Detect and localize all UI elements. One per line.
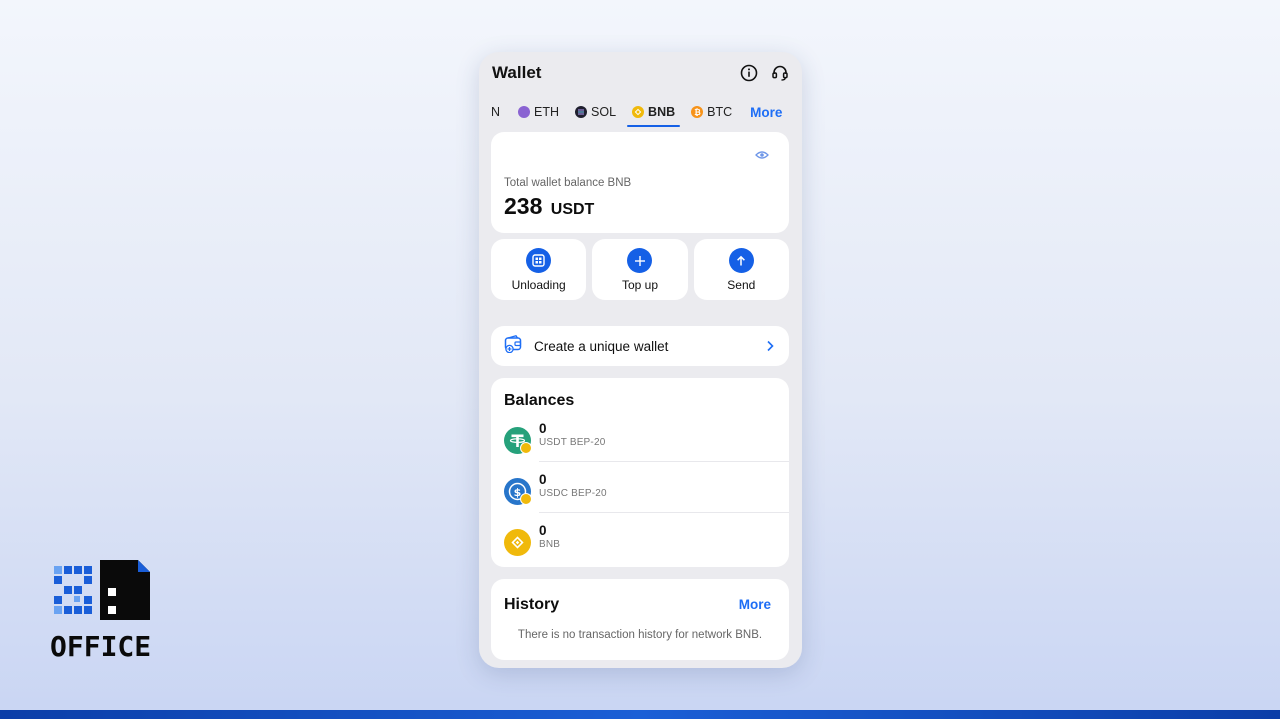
bottom-accent-bar [0,710,1280,719]
token-amount: 0 [539,472,547,487]
tabs-more-link[interactable]: More [750,105,782,120]
action-label: Send [727,278,756,292]
send-button[interactable]: Send [693,239,789,300]
bnb-icon [632,106,645,118]
header-actions [739,64,789,83]
wallet-grid-icon [526,248,552,273]
history-more-link[interactable]: More [739,597,771,612]
tab-bnb[interactable]: BNB [627,101,681,127]
tab-eth[interactable]: ETH [518,101,559,123]
headset-icon[interactable] [770,64,789,83]
action-label: Top up [621,278,658,292]
balances-title: Balances [504,392,575,409]
token-amount: 0 [539,421,547,436]
balance-amount: 238 [504,193,543,219]
tab-n[interactable]: N [491,101,500,123]
logo-text: OFFICE [50,630,152,663]
unloading-button[interactable]: Unloading [491,239,587,300]
token-row-bnb[interactable]: 0 BNB [504,523,789,569]
balance-label: Total wallet balance BNB [504,177,632,189]
bnb-network-badge [520,442,532,454]
svg-text:₿: ₿ [694,108,701,117]
btc-icon: ₿ [691,106,704,118]
divider [539,461,789,462]
balance-unit: USDT [550,201,595,218]
info-icon[interactable] [739,64,758,83]
eth-icon [518,106,531,118]
office-logo-mark [54,560,150,620]
tab-label: ETH [534,105,560,119]
app-header: Wallet [492,62,789,84]
tab-label: BTC [707,105,733,119]
history-title: History [504,596,560,613]
token-name: BNB [539,539,561,550]
history-card: History More There is no transaction his… [491,579,789,660]
top-up-button[interactable]: Top up [592,239,688,300]
wallet-add-icon [504,334,524,358]
office-logo: OFFICE [50,560,152,662]
action-label: Unloading [511,278,566,292]
tab-label: N [491,105,501,119]
bnb-network-badge [520,493,532,505]
token-name: USDT BEP-20 [539,437,606,448]
wallet-app: Wallet N ETH SOL BNB ₿ BTC More Total wa… [479,52,802,668]
chevron-right-icon [766,339,774,357]
create-wallet-label: Create a unique wallet [534,338,669,354]
create-wallet-row[interactable]: Create a unique wallet [491,326,789,366]
network-tabs: N ETH SOL BNB ₿ BTC More [491,100,791,127]
eye-icon[interactable] [755,147,769,165]
balances-card: Balances 0 USDT BEP-20 $ 0 USDC BEP-20 0… [491,378,789,567]
history-empty-message: There is no transaction history for netw… [517,629,763,641]
balance-value: 238 USDT [504,193,594,220]
token-amount: 0 [539,523,547,538]
token-name: USDC BEP-20 [539,488,607,499]
tab-label: SOL [591,105,617,119]
tab-sol[interactable]: SOL [575,101,616,123]
balance-card: Total wallet balance BNB 238 USDT [491,132,789,233]
plus-icon [627,248,653,273]
sol-icon [575,106,588,118]
divider [539,512,789,513]
quick-actions: Unloading Top up Send [491,239,789,300]
arrow-up-icon [728,248,754,273]
bnb-coin-icon [504,529,531,556]
tab-label: BNB [648,105,676,119]
tab-btc[interactable]: ₿ BTC [691,101,732,123]
page-title: Wallet [492,63,542,82]
